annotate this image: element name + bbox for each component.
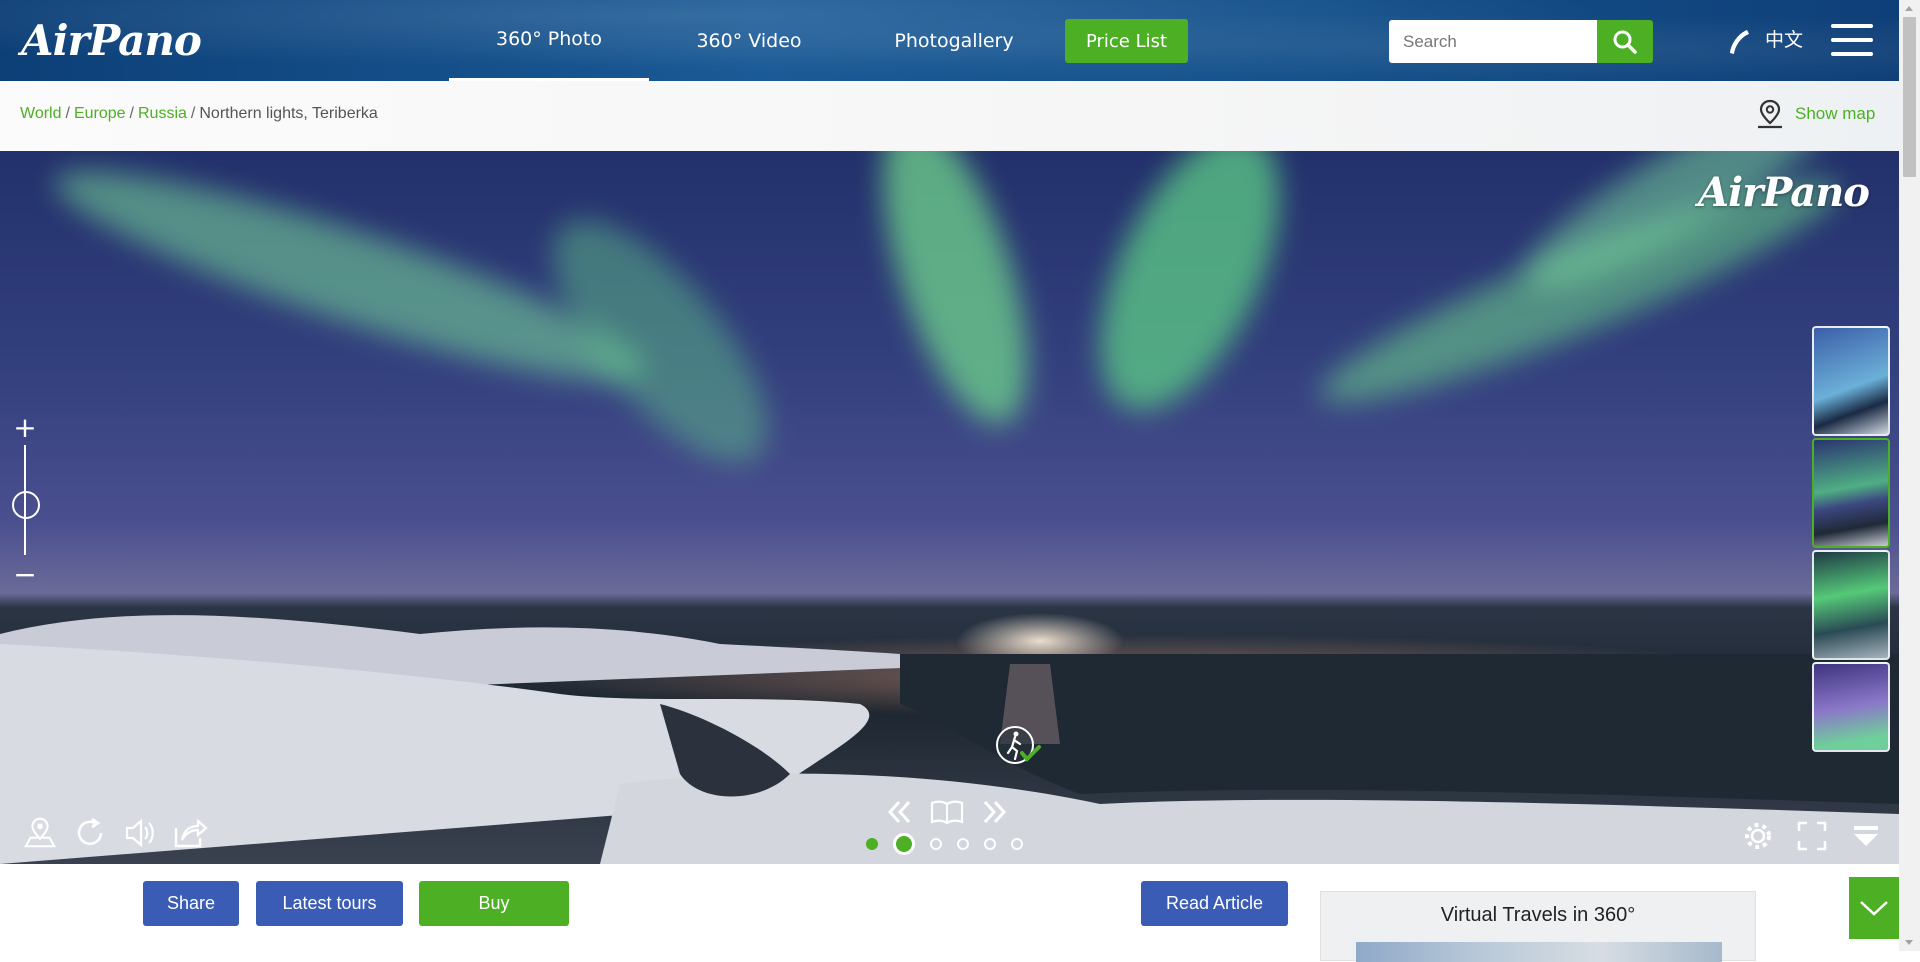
price-list-button[interactable]: Price List bbox=[1065, 19, 1188, 63]
rotate-button[interactable] bbox=[72, 816, 108, 850]
zoom-in-button[interactable]: + bbox=[10, 413, 40, 443]
search-input[interactable] bbox=[1389, 20, 1597, 63]
viewer-watermark-logo: AirPano bbox=[1698, 169, 1870, 216]
collapse-icon bbox=[1854, 826, 1878, 846]
scrollbar-thumb[interactable] bbox=[1903, 17, 1916, 177]
virtual-travels-preview bbox=[1356, 942, 1722, 962]
aurora-decoration bbox=[853, 151, 1057, 441]
share-arrow-icon bbox=[174, 818, 208, 848]
action-bar: Share Latest tours Buy Read Article Virt… bbox=[0, 864, 1899, 962]
fullscreen-icon bbox=[1797, 821, 1827, 851]
nav-item-360-photo[interactable]: 360° Photo bbox=[449, 0, 649, 81]
show-map-link[interactable]: Show map bbox=[1755, 98, 1875, 130]
phone-icon[interactable] bbox=[1725, 27, 1755, 57]
read-article-button[interactable]: Read Article bbox=[1141, 881, 1288, 926]
breadcrumb-russia[interactable]: Russia bbox=[138, 105, 187, 122]
settings-button[interactable] bbox=[1740, 819, 1776, 853]
thumbnail-1[interactable] bbox=[1812, 326, 1890, 436]
nav-item-photogallery[interactable]: Photogallery bbox=[849, 0, 1059, 81]
main-nav: 360° Photo 360° Video Photogallery bbox=[449, 0, 1059, 81]
panorama-thumbnails bbox=[1812, 326, 1892, 756]
aurora-decoration bbox=[1063, 151, 1317, 437]
pager-dot[interactable] bbox=[984, 838, 996, 850]
latest-tours-button[interactable]: Latest tours bbox=[256, 881, 403, 926]
pager-dot-current[interactable] bbox=[893, 833, 915, 855]
zoom-out-button[interactable]: − bbox=[10, 560, 40, 590]
search-icon bbox=[1613, 30, 1637, 54]
previous-icon[interactable] bbox=[885, 797, 915, 827]
site-header: AirPano 360° Photo 360° Video Photogalle… bbox=[0, 0, 1899, 81]
next-icon[interactable] bbox=[979, 797, 1009, 827]
viewer-right-toolbar bbox=[1740, 819, 1884, 853]
nav-item-360-video[interactable]: 360° Video bbox=[649, 0, 849, 81]
airpano-logo[interactable]: AirPano bbox=[21, 13, 202, 69]
hiker-checkmark-icon[interactable] bbox=[995, 723, 1045, 769]
breadcrumb: World / Europe / Russia / Northern lights, Ter… bbox=[20, 105, 378, 123]
share-button[interactable]: Share bbox=[143, 881, 239, 926]
show-map-label: Show map bbox=[1795, 104, 1876, 123]
zoom-control: + − bbox=[10, 413, 40, 590]
page-scrollbar[interactable] bbox=[1899, 0, 1920, 951]
breadcrumb-europe[interactable]: Europe bbox=[74, 105, 126, 122]
breadcrumb-separator: / bbox=[65, 105, 70, 122]
pager-dot[interactable] bbox=[866, 838, 878, 850]
panorama-viewer[interactable]: AirPano + − bbox=[0, 151, 1899, 864]
zoom-slider-knob[interactable] bbox=[12, 491, 40, 519]
book-icon[interactable] bbox=[929, 797, 965, 827]
thumbnail-3[interactable] bbox=[1812, 550, 1890, 660]
pager-dot[interactable] bbox=[930, 838, 942, 850]
panorama-pager bbox=[866, 833, 1023, 855]
pager-dot[interactable] bbox=[1011, 838, 1023, 850]
breadcrumb-separator: / bbox=[190, 105, 196, 122]
map-pin-icon bbox=[1758, 99, 1782, 129]
collapse-button[interactable] bbox=[1848, 819, 1884, 853]
map-marker-button[interactable] bbox=[22, 816, 58, 850]
thumbnail-2[interactable] bbox=[1812, 438, 1890, 548]
breadcrumb-world[interactable]: World bbox=[20, 105, 62, 122]
buy-button[interactable]: Buy bbox=[419, 881, 569, 926]
sound-button[interactable] bbox=[122, 816, 158, 850]
search-button[interactable] bbox=[1597, 20, 1653, 63]
settings-gear-icon bbox=[1745, 823, 1771, 849]
share-button-viewer[interactable] bbox=[172, 816, 208, 850]
scroll-down-arrow[interactable] bbox=[1905, 940, 1913, 945]
breadcrumb-bar: World / Europe / Russia / Northern lights, Ter… bbox=[0, 81, 1899, 151]
fullscreen-button[interactable] bbox=[1794, 819, 1830, 853]
chevron-down-icon bbox=[1860, 901, 1888, 916]
viewer-left-toolbar bbox=[22, 816, 208, 850]
tour-controls bbox=[885, 797, 1009, 827]
hamburger-menu-icon[interactable] bbox=[1831, 24, 1873, 56]
virtual-travels-title: Virtual Travels in 360° bbox=[1440, 904, 1636, 926]
breadcrumb-separator: / bbox=[129, 105, 134, 122]
language-switch[interactable]: 中文 bbox=[1765, 26, 1803, 54]
pager-dot[interactable] bbox=[957, 838, 969, 850]
thumbnail-4[interactable] bbox=[1812, 662, 1890, 752]
sound-icon bbox=[125, 818, 154, 848]
scroll-up-arrow[interactable] bbox=[1905, 6, 1913, 11]
rotate-icon bbox=[77, 817, 103, 846]
breadcrumb-current: Northern lights, Teriberka bbox=[199, 105, 378, 122]
scroll-down-button[interactable] bbox=[1849, 877, 1899, 939]
map-marker-icon bbox=[24, 817, 56, 848]
